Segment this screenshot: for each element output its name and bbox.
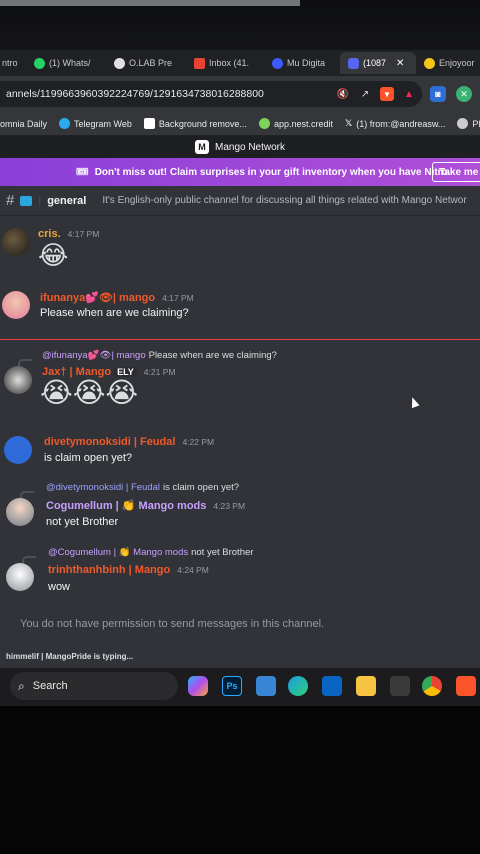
mute-tab-icon[interactable]: 🔇: [336, 87, 350, 101]
message-timestamp: 4:22 PM: [182, 437, 215, 447]
tab-olab[interactable]: O.LAB Pre: [106, 52, 186, 74]
message-timestamp: 4:21 PM: [143, 367, 176, 377]
nest-gear-icon: [258, 118, 270, 129]
discord-icon: [348, 57, 359, 69]
copilot-icon[interactable]: [188, 676, 208, 696]
tab-enjoyoor[interactable]: Enjoyoor: [416, 52, 476, 74]
address-bar-row: annels/1199663960392224769/1291634738016…: [0, 76, 480, 112]
reply-preview[interactable]: @Cogumellum | 👏 Mango mods not yet Broth…: [48, 547, 253, 558]
nitro-banner: 🎟 Don't miss out! Claim surprises in you…: [0, 158, 480, 186]
outlook-icon[interactable]: [322, 676, 342, 696]
extension-icon[interactable]: ◙: [430, 86, 446, 102]
avatar[interactable]: [2, 291, 30, 319]
tab-discord[interactable]: (1087 ✕: [340, 52, 416, 74]
avatar[interactable]: [4, 436, 32, 464]
avatar[interactable]: [6, 563, 34, 591]
message-timestamp: 4:23 PM: [213, 500, 246, 511]
bgremover-icon: [143, 118, 155, 129]
message-author[interactable]: trinhthanhbinh | Mango 4:24 PM: [48, 564, 209, 576]
message-emoji: 😭😭😭: [40, 377, 139, 408]
channel-topic[interactable]: It's English-only public channel for dis…: [102, 195, 466, 206]
taskbar-search[interactable]: ⌕ Search: [10, 672, 178, 700]
message-text: is claim open yet?: [44, 452, 133, 464]
message-author[interactable]: Cogumellum | 👏 Mango mods 4:23 PM: [46, 499, 245, 512]
share-icon[interactable]: ↗: [358, 87, 372, 101]
message-text: not yet Brother: [46, 516, 119, 528]
message-emoji: 😂: [38, 240, 69, 270]
reply-preview[interactable]: @ifunanya💕👁| mango Please when are we cl…: [42, 350, 277, 361]
browser-tab-bar: ntro (1) Whats/ O.LAB Pre Inbox (41. Mu …: [0, 50, 480, 76]
server-title-bar: M Mango Network: [0, 136, 480, 158]
discord-app: M Mango Network 🎟 Don't miss out! Claim …: [0, 136, 480, 670]
server-tag-badge: ELY: [114, 367, 137, 377]
enjoyoor-icon: [424, 57, 435, 69]
new-messages-divider: [0, 339, 480, 340]
take-me-button[interactable]: Take me t: [432, 162, 480, 182]
avatar[interactable]: [6, 498, 34, 526]
search-icon: ⌕: [18, 678, 25, 693]
reply-preview[interactable]: @divetymonoksidi | Feudal is claim open …: [46, 482, 239, 493]
gmail-icon: [194, 57, 205, 69]
gift-icon: 🎟: [76, 166, 89, 178]
channel-rules-icon: [20, 195, 33, 206]
edge-icon[interactable]: [288, 676, 308, 696]
hash-icon: #: [6, 192, 15, 209]
bookmark-bg-remover[interactable]: Background remove...: [143, 118, 247, 129]
bookmark-omnia[interactable]: omnia Daily: [0, 119, 47, 129]
chrome-icon[interactable]: [422, 676, 442, 696]
brave-shields-icon[interactable]: ▼: [380, 87, 394, 101]
file-explorer-icon[interactable]: [356, 676, 376, 696]
url-input[interactable]: annels/1199663960392224769/1291634738016…: [0, 81, 422, 107]
tab-gmail[interactable]: Inbox (41.: [186, 52, 264, 74]
message-timestamp: 4:24 PM: [177, 565, 209, 575]
message-text: wow: [48, 581, 71, 593]
photoshop-icon[interactable]: Ps: [222, 676, 242, 696]
message-author[interactable]: cris. 4:17 PM: [38, 228, 99, 240]
message-author[interactable]: divetymonoksidi | Feudal 4:22 PM: [44, 436, 214, 448]
screen-glare: [0, 0, 300, 6]
tab-whatsapp[interactable]: (1) Whats/: [26, 52, 106, 74]
avatar[interactable]: [4, 366, 32, 394]
monitor-bezel: [0, 0, 480, 50]
usb-icon[interactable]: [390, 676, 410, 696]
extension-green-icon[interactable]: ✕: [456, 86, 472, 102]
message-list: cris. 4:17 PM 😂 ifunanya💕👁| mango 4:17 P…: [0, 216, 480, 634]
monitor-bottom-bezel: [0, 706, 480, 854]
telegram-icon: [59, 118, 71, 129]
message-text: Please when are we claiming?: [40, 307, 189, 319]
bookmark-nest[interactable]: app.nest.credit: [258, 118, 333, 129]
x-logo-icon: 𝕏: [344, 118, 353, 128]
photos-icon[interactable]: [256, 676, 276, 696]
typing-indicator: himmelif | MangoPride is typing...: [6, 651, 134, 661]
brave-rewards-icon[interactable]: ▲: [402, 87, 416, 101]
message-timestamp: 4:17 PM: [67, 229, 100, 239]
message-author[interactable]: ifunanya💕👁| mango 4:17 PM: [40, 291, 194, 304]
tab-mudigital[interactable]: Mu Digita: [264, 52, 340, 74]
channel-name[interactable]: general: [47, 195, 86, 207]
bookmark-x[interactable]: 𝕏 (1) from:@andreasw...: [345, 118, 445, 129]
whatsapp-icon: [34, 57, 45, 69]
close-tab-icon[interactable]: ✕: [396, 58, 404, 69]
bookmark-pl-icon: [457, 118, 469, 129]
channel-header: # | general It's English-only public cha…: [0, 186, 480, 216]
mango-logo-icon: M: [194, 140, 209, 154]
tab-ntro[interactable]: ntro: [0, 52, 26, 74]
message-timestamp: 4:17 PM: [162, 292, 194, 303]
bookmark-telegram[interactable]: Telegram Web: [59, 118, 132, 129]
bookmarks-bar: omnia Daily Telegram Web Background remo…: [0, 112, 480, 136]
avatar[interactable]: [2, 228, 30, 256]
bookmark-pl[interactable]: Pl: [457, 118, 480, 129]
olab-icon: [114, 57, 125, 69]
no-permission-notice: You do not have permission to send messa…: [20, 618, 325, 630]
brave-icon[interactable]: [456, 676, 476, 696]
mudigital-icon: [272, 57, 283, 69]
windows-taskbar: ⌕ Search Ps: [0, 668, 480, 706]
